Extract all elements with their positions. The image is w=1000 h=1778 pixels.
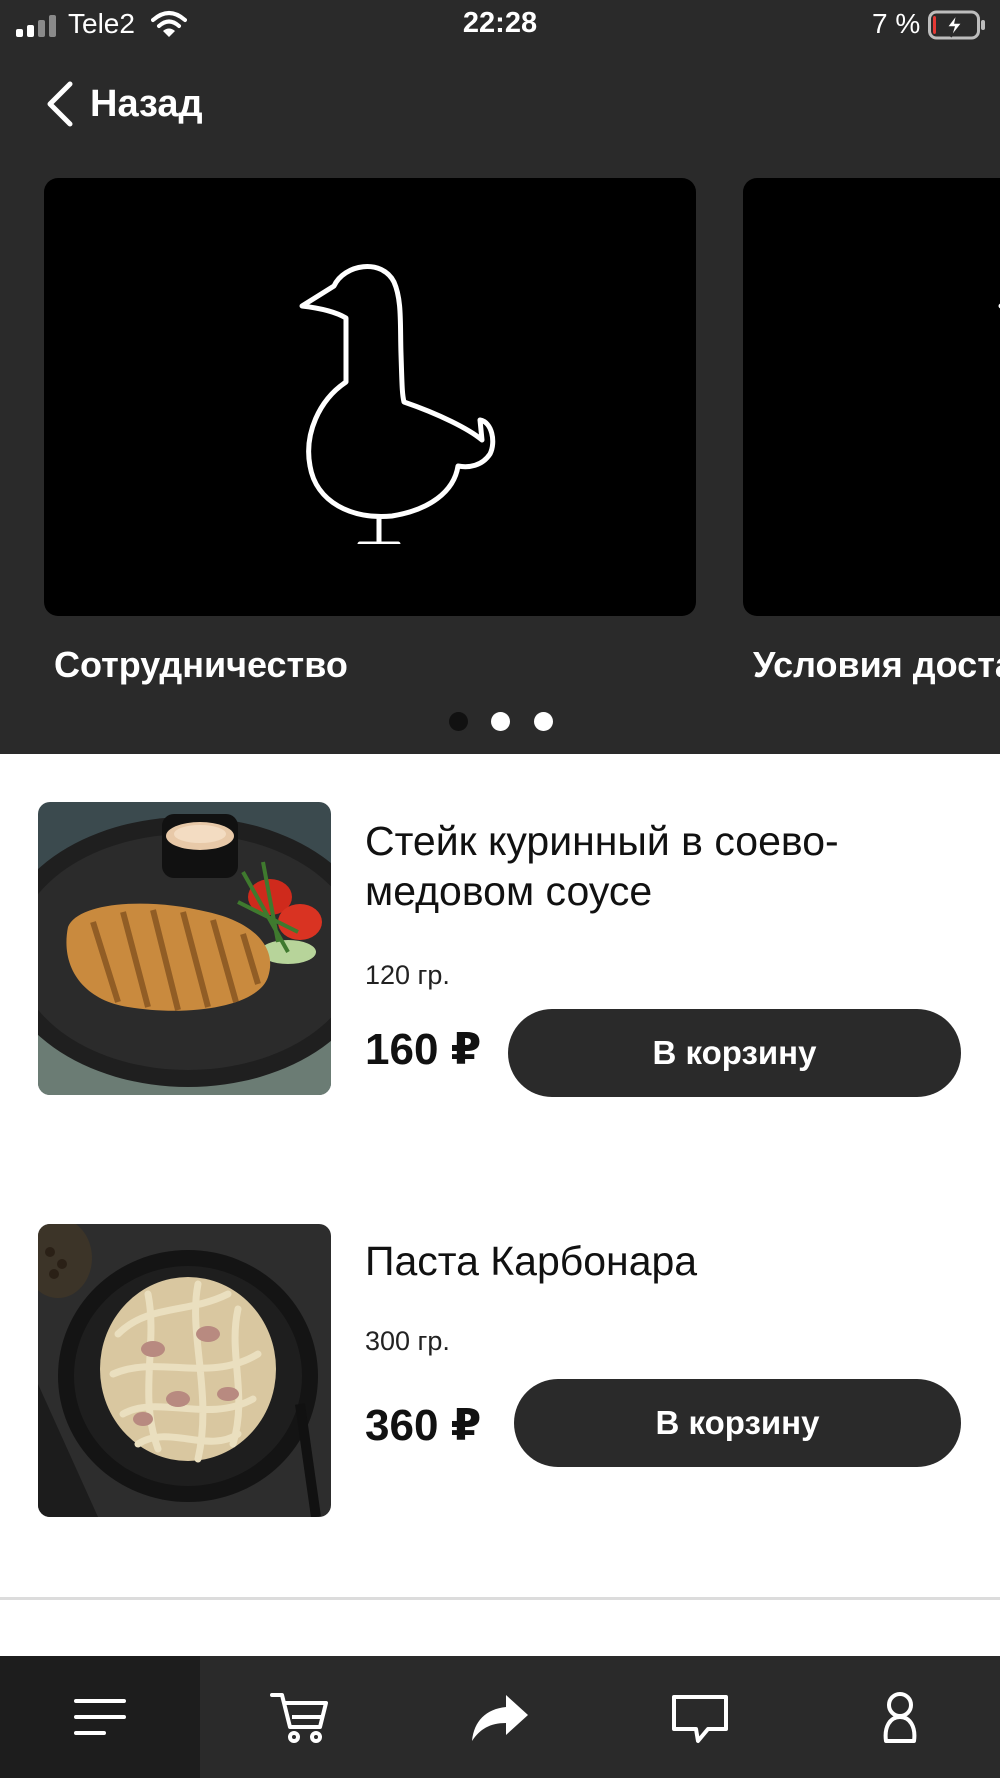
battery-charging-icon <box>928 10 985 40</box>
pagination-dot[interactable] <box>491 712 510 731</box>
tab-menu[interactable] <box>0 1656 200 1778</box>
card-image <box>44 178 696 616</box>
cart-icon <box>270 1693 328 1743</box>
status-time: 22:28 <box>462 7 538 39</box>
card-image <box>743 178 1000 616</box>
menu-icon <box>74 1699 126 1735</box>
back-label: Назад <box>90 82 203 125</box>
chicken-steak-photo <box>38 802 331 1095</box>
product-name: Стейк куринный в соево-медовом соусе <box>365 818 839 914</box>
product-image[interactable] <box>38 802 331 1095</box>
product-item: Паста Карбонара 300 гр. 360 ₽ В корзину <box>0 1224 1000 1524</box>
carrier-name: Tele2 <box>68 8 135 39</box>
carousel-card[interactable]: Сотрудничество <box>44 178 696 686</box>
list-divider <box>0 1597 1000 1600</box>
add-to-cart-button[interactable]: В корзину <box>514 1379 961 1467</box>
status-bar: Tele2 22:28 7 % <box>0 0 1000 52</box>
product-price: 360 ₽ <box>365 1401 482 1450</box>
wifi-icon <box>151 11 187 37</box>
carousel-pagination <box>0 712 1000 732</box>
chat-icon <box>672 1695 728 1743</box>
product-weight: 300 гр. <box>365 1326 450 1356</box>
goose-icon <box>998 303 1000 309</box>
card-title: Условия доставки <box>753 644 1000 685</box>
product-weight: 120 гр. <box>365 960 450 990</box>
product-image[interactable] <box>38 1224 331 1517</box>
pagination-dot[interactable] <box>534 712 553 731</box>
add-to-cart-button[interactable]: В корзину <box>508 1009 961 1097</box>
tab-chat[interactable] <box>600 1656 800 1778</box>
card-title: Сотрудничество <box>54 644 348 685</box>
info-carousel[interactable]: Сотрудничество Условия доставки <box>0 178 1000 698</box>
goose-icon <box>299 264 496 544</box>
signal-icon <box>16 15 56 37</box>
profile-icon <box>883 1692 917 1743</box>
tab-share[interactable] <box>400 1656 600 1778</box>
header-area: Tele2 22:28 7 % Назад Сотрудничество Усл… <box>0 0 1000 754</box>
chevron-left-icon <box>47 81 73 127</box>
product-item: Стейк куринный в соево-медовом соусе 120… <box>0 802 1000 1102</box>
share-icon <box>472 1695 528 1741</box>
bottom-tab-bar <box>0 1656 1000 1778</box>
product-name: Паста Карбонара <box>365 1238 698 1284</box>
pagination-dot[interactable] <box>449 712 468 731</box>
battery-percent: 7 % <box>872 8 921 39</box>
carousel-card[interactable]: Условия доставки <box>743 178 1000 686</box>
tab-profile[interactable] <box>800 1656 1000 1778</box>
back-button[interactable]: Назад <box>44 76 203 132</box>
pasta-carbonara-photo <box>38 1224 331 1517</box>
tab-cart[interactable] <box>200 1656 400 1778</box>
product-price: 160 ₽ <box>365 1025 482 1074</box>
